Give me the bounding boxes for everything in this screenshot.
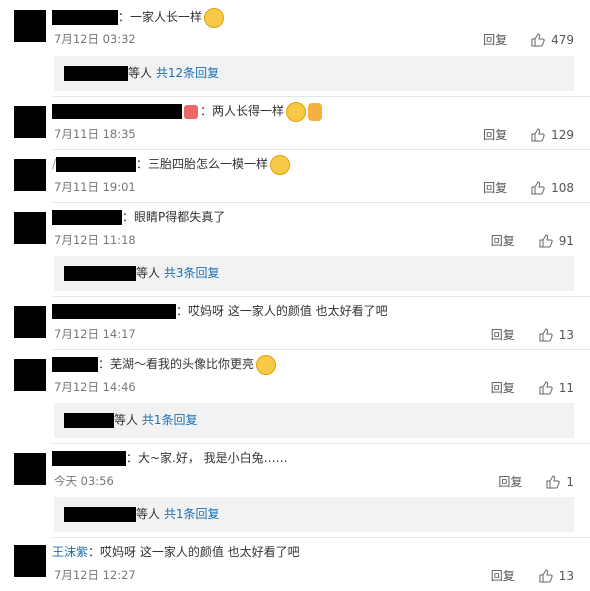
- comment-time: 今天 03:56: [54, 474, 114, 488]
- comment-text: ：哎妈呀 这一家人的颜值 也太好看了吧: [176, 304, 388, 318]
- divider: [52, 96, 590, 97]
- redacted-username[interactable]: [52, 104, 182, 119]
- comment-text: ：芜湖～看我的头像比你更亮: [98, 357, 255, 371]
- avatar[interactable]: [14, 453, 46, 485]
- like-count: 13: [558, 568, 574, 583]
- redacted-username[interactable]: [56, 157, 137, 172]
- subreply-box[interactable]: 等人 共1条回复: [54, 403, 574, 438]
- comment-time: 7月12日 03:32: [54, 32, 136, 46]
- reply-button[interactable]: 回复: [491, 379, 515, 396]
- thumbs-up-icon: [531, 32, 545, 46]
- comment-text: ：眼睛P得都失真了: [122, 210, 226, 224]
- comment-time: 7月11日 18:35: [54, 127, 136, 141]
- thumbs-up-icon: [539, 380, 553, 394]
- comment-text: ：三胎四胎怎么一模一样: [136, 157, 269, 171]
- reply-button[interactable]: 回复: [491, 326, 515, 343]
- redacted-username[interactable]: [64, 266, 136, 281]
- reply-button[interactable]: 回复: [491, 232, 515, 249]
- avatar[interactable]: [14, 212, 46, 244]
- subreply-etc: 等人: [128, 66, 153, 80]
- like-button[interactable]: 13: [539, 328, 574, 342]
- tears-emoji: [270, 154, 291, 175]
- view-replies-link[interactable]: 共12条回复: [156, 66, 219, 80]
- comment-time: 7月12日 14:17: [54, 327, 136, 341]
- thumbs-up-icon: [539, 568, 553, 582]
- avatar[interactable]: [14, 359, 46, 391]
- like-button[interactable]: 479: [531, 33, 574, 47]
- view-replies-link[interactable]: 共1条回复: [142, 413, 198, 427]
- avatar[interactable]: [14, 106, 46, 138]
- divider: [52, 296, 590, 297]
- avatar[interactable]: [14, 159, 46, 191]
- comment-text: ：大~家.好， 我是小白兔……: [126, 451, 288, 465]
- thumbs-up-icon: [531, 180, 545, 194]
- badge-icon: [184, 104, 198, 119]
- redacted-username[interactable]: [52, 210, 122, 225]
- divider: [52, 202, 590, 203]
- like-count: 479: [551, 32, 574, 47]
- thumbs-up-icon: [546, 474, 561, 488]
- like-count: 108: [551, 180, 574, 195]
- divider: [52, 349, 590, 350]
- comment-text: ：两人长得一样: [200, 104, 285, 118]
- grin-emoji: [204, 7, 225, 28]
- like-button[interactable]: 91: [539, 234, 574, 248]
- like-count: 1: [566, 474, 574, 489]
- laugh-emoji: [286, 101, 307, 122]
- reply-button[interactable]: 回复: [483, 31, 507, 48]
- like-count: 13: [558, 327, 574, 342]
- thumbs-up-icon: [539, 233, 553, 247]
- redacted-username[interactable]: [64, 507, 136, 522]
- reply-button[interactable]: 回复: [483, 126, 507, 143]
- thumbs-up-icon: [531, 127, 545, 141]
- view-replies-link[interactable]: 共1条回复: [164, 507, 220, 521]
- reply-button[interactable]: 回复: [483, 179, 507, 196]
- divider: [52, 149, 590, 150]
- like-button[interactable]: 129: [531, 128, 574, 142]
- subreply-box[interactable]: 等人 共12条回复: [54, 56, 574, 91]
- kiss-emoji: [256, 354, 277, 375]
- comment-time: 7月12日 14:46: [54, 380, 136, 394]
- comment-time: 7月11日 19:01: [54, 180, 136, 194]
- thumbs-up-icon: [539, 327, 553, 341]
- subreply-etc: 等人: [136, 507, 161, 521]
- redacted-username[interactable]: [52, 451, 126, 466]
- comment-time: 7月12日 12:27: [54, 568, 136, 582]
- like-button[interactable]: 11: [539, 381, 574, 395]
- comment-text: ：一家人长一样: [118, 10, 203, 24]
- like-button[interactable]: 13: [539, 569, 574, 583]
- reply-button[interactable]: 回复: [498, 473, 522, 490]
- redacted-username[interactable]: [52, 304, 176, 319]
- like-count: 11: [558, 380, 574, 395]
- subreply-box[interactable]: 等人 共3条回复: [54, 256, 574, 291]
- redacted-username[interactable]: [64, 66, 128, 81]
- avatar[interactable]: [14, 306, 46, 338]
- username-link[interactable]: 王沫紫: [52, 545, 88, 559]
- redacted-username[interactable]: [52, 357, 98, 372]
- avatar[interactable]: [14, 545, 46, 577]
- avatar[interactable]: [14, 10, 46, 42]
- reply-button[interactable]: 回复: [491, 567, 515, 584]
- comment-time: 7月12日 11:18: [54, 233, 136, 247]
- divider: [52, 443, 590, 444]
- subreply-etc: 等人: [136, 266, 161, 280]
- redacted-username[interactable]: [64, 413, 114, 428]
- comment-text: ：哎妈呀 这一家人的颜值 也太好看了吧: [88, 545, 300, 559]
- subreply-etc: 等人: [114, 413, 139, 427]
- redacted-username[interactable]: [52, 10, 118, 25]
- view-replies-link[interactable]: 共3条回复: [164, 266, 220, 280]
- like-count: 91: [558, 233, 574, 248]
- subreply-box[interactable]: 等人 共1条回复: [54, 497, 574, 532]
- like-count: 129: [551, 127, 574, 142]
- divider: [52, 537, 590, 538]
- thumbs-up-emoji: [308, 102, 323, 121]
- like-button[interactable]: 108: [531, 181, 574, 195]
- like-button[interactable]: 1: [546, 475, 574, 489]
